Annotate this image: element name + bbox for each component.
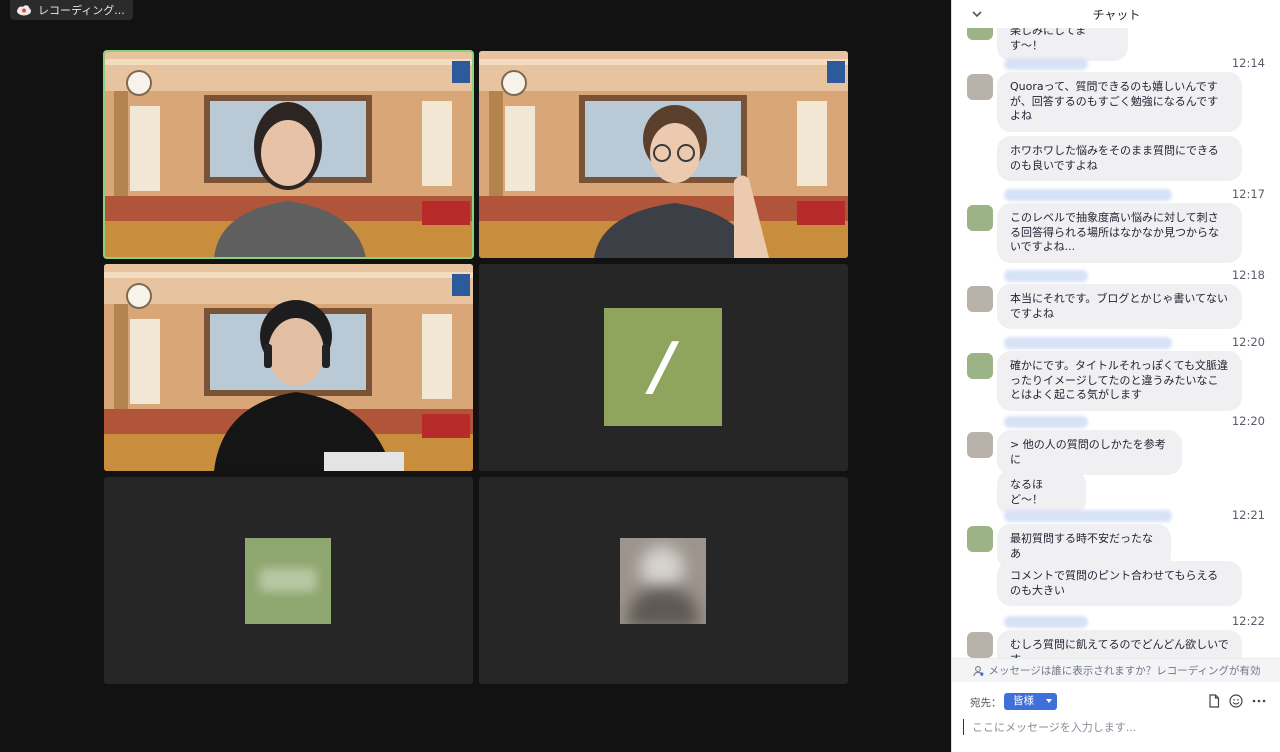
recording-indicator[interactable]: レコーディング... [10, 0, 133, 20]
sender-name-blurred [1004, 616, 1088, 628]
participant-avatar-6 [620, 538, 706, 624]
chat-message-bubble: 楽しみにしてます〜！ [997, 28, 1128, 62]
sender-name-blurred [1004, 510, 1172, 522]
chat-header: チャット [952, 0, 1280, 28]
recipient-value: 皆様 [1013, 695, 1034, 707]
more-options-icon[interactable] [1251, 693, 1267, 709]
dropdown-arrow-icon [1046, 699, 1052, 703]
sender-name-blurred [1004, 58, 1088, 70]
video-tile-4[interactable]: / [479, 264, 848, 471]
message-avatar [967, 286, 993, 312]
chat-message-bubble: Quoraって、質問できるのも嬉しいんですが、回答するのもすごく勉強になるんです… [997, 72, 1242, 132]
recording-label: レコーディング... [38, 4, 125, 17]
chat-message-bubble: > 他の人の質問のしかたを参考に [997, 430, 1182, 476]
file-icon[interactable] [1206, 693, 1222, 709]
sender-name-blurred [1004, 189, 1172, 201]
chat-message-list[interactable]: 楽しみにしてます〜！ 12:14 Quoraって、質問できるのも嬉しいんですが、… [952, 28, 1280, 658]
to-label: 宛先： [970, 697, 1002, 709]
chat-panel: チャット 楽しみにしてます〜！ 12:14 Quoraって、質問できるのも嬉しい… [951, 0, 1280, 752]
participant-avatar-5 [245, 538, 331, 624]
chat-visibility-notice[interactable]: メッセージは誰に表示されますか？レコーディングが有効 [952, 658, 1280, 682]
video-tile-5[interactable] [104, 477, 473, 684]
chat-message-bubble: ホワホワした悩みをそのまま質問にできるのも良いですよね [997, 136, 1242, 182]
message-avatar [967, 432, 993, 458]
message-avatar [967, 28, 993, 40]
recipient-select[interactable]: 皆様 [1004, 693, 1057, 710]
video-tile-1[interactable] [103, 50, 474, 259]
message-time: 12:21 [1231, 508, 1265, 522]
sender-name-blurred [1004, 270, 1088, 282]
sender-name-blurred [1004, 337, 1172, 349]
video-area: レコーディング... / [0, 0, 951, 752]
message-avatar [967, 353, 993, 379]
video-tile-2[interactable] [479, 51, 848, 258]
message-time: 12:14 [1231, 56, 1265, 70]
chat-message-bubble: 本当にそれです。ブログとかじゃ書いてないですよね [997, 284, 1242, 330]
video-tile-6[interactable] [479, 477, 848, 684]
chat-title: チャット [1092, 7, 1141, 22]
message-avatar [967, 205, 993, 231]
participant-video-3 [104, 264, 473, 471]
message-avatar [967, 74, 993, 100]
participant-avatar-4: / [604, 308, 722, 426]
recording-cloud-icon [17, 5, 31, 16]
message-time: 12:22 [1231, 614, 1265, 628]
message-time: 12:17 [1231, 187, 1265, 201]
chat-message-bubble: このレベルで抽象度高い悩みに対して刺さる回答得られる場所はなかなか見つからないで… [997, 203, 1242, 263]
video-tile-3[interactable] [104, 264, 473, 471]
message-avatar [967, 526, 993, 552]
notice-text: メッセージは誰に表示されますか？レコーディングが有効 [988, 665, 1261, 677]
emoji-icon[interactable] [1228, 693, 1244, 709]
avatar-slash-text: / [651, 330, 675, 404]
message-avatar [967, 632, 993, 658]
chat-message-bubble: 確かにです。タイトルそれっぽくても文脈違ったりイメージしてたのと違うみたいなこと… [997, 351, 1242, 411]
chat-message-bubble: コメントで質問のピント合わせてもらえるのも大きい [997, 561, 1242, 607]
message-time: 12:18 [1231, 268, 1265, 282]
participant-video-2 [479, 51, 848, 258]
chat-message-bubble: むしろ質問に飢えてるのでどんどん欲しいです [997, 630, 1242, 658]
message-time: 12:20 [1231, 335, 1265, 349]
chat-message-bubble: なるほど〜！ [997, 470, 1086, 516]
person-icon [973, 665, 984, 676]
message-input[interactable] [972, 716, 1262, 738]
participant-video-1 [104, 51, 473, 258]
message-input-row [962, 716, 1267, 738]
text-caret [963, 719, 964, 735]
chevron-down-icon[interactable] [970, 7, 984, 21]
sender-name-blurred [1004, 416, 1088, 428]
recipient-row: 宛先： 皆様 [952, 692, 1280, 712]
message-time: 12:20 [1231, 414, 1265, 428]
